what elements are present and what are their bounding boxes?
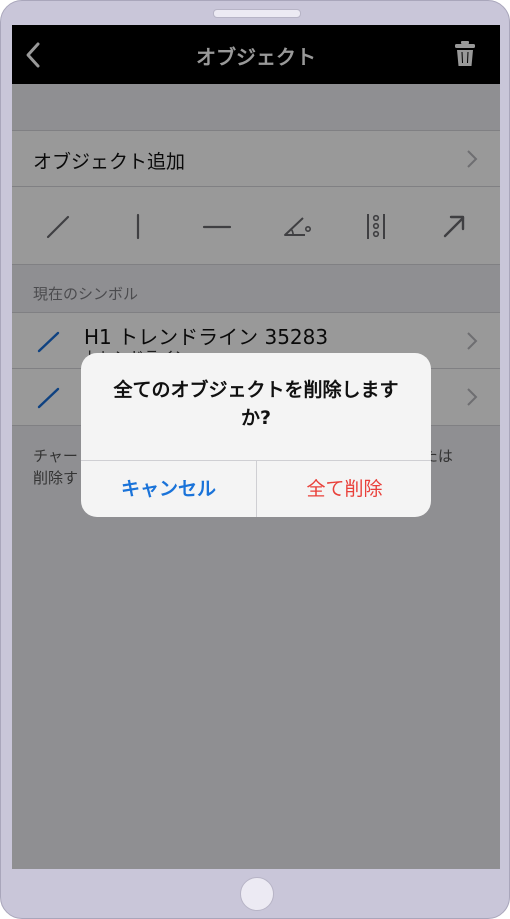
dialog-message: 全てのオブジェクトを削除しますか? — [113, 379, 399, 429]
home-button[interactable] — [240, 877, 274, 911]
device-frame: オブジェクト オブジェクト追加 現在のシンボル H1 トレンドライン 35283… — [0, 0, 510, 919]
delete-all-dialog: 全てのオブジェクトを削除しますか? キャンセル 全て削除 — [81, 353, 431, 517]
cancel-button[interactable]: キャンセル — [81, 461, 256, 517]
delete-all-button[interactable]: 全て削除 — [257, 461, 431, 517]
speaker-grille — [213, 9, 301, 18]
app-screen: オブジェクト オブジェクト追加 現在のシンボル H1 トレンドライン 35283… — [12, 25, 500, 869]
